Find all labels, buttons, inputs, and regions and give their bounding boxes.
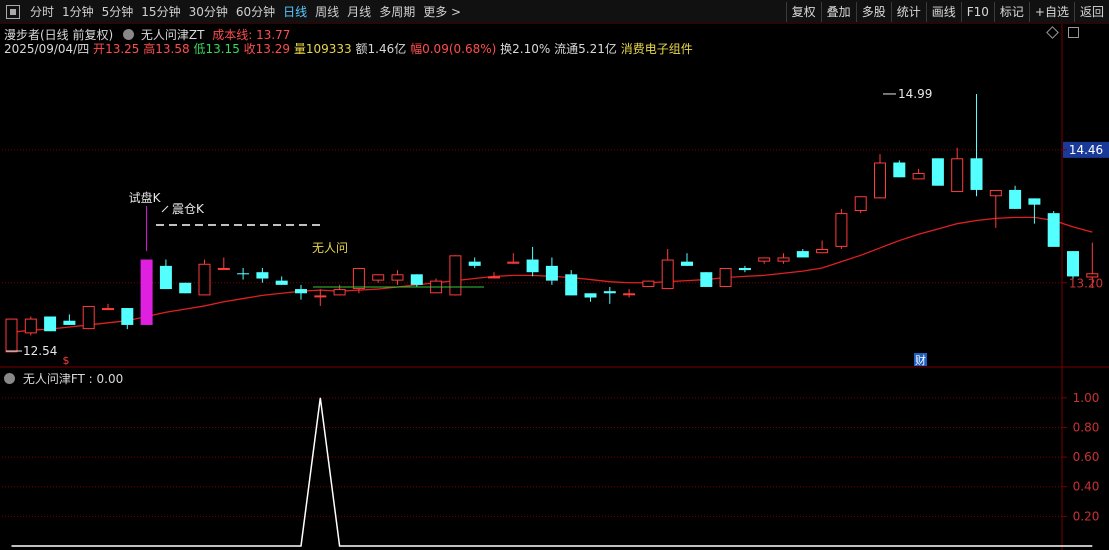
candle-body (912, 173, 925, 180)
cai-marker: 财 (915, 353, 926, 367)
candle-body (237, 273, 250, 275)
nobody-label: 无人问 (312, 241, 348, 255)
sub-panel-title: 无人问津FT : 0.00 (4, 370, 123, 387)
candle-body (854, 196, 867, 212)
shake-k-arrow (161, 205, 169, 213)
candle-body (545, 265, 558, 281)
price-tag-lower: 13.20 (1069, 277, 1103, 291)
window-icon[interactable] (1068, 27, 1079, 38)
candle-body (295, 289, 307, 294)
candle-body (179, 282, 192, 294)
candle-body (198, 263, 211, 296)
candle-body (410, 274, 423, 285)
candle-body (468, 261, 481, 266)
osc-tick-label: 0.80 (1073, 420, 1100, 434)
candle-body (82, 305, 95, 330)
candle-body (217, 267, 230, 270)
candle-body (391, 274, 404, 281)
candle-body (372, 274, 385, 281)
candle-body (5, 318, 18, 353)
test-k-label: 试盘K (129, 190, 162, 205)
candle-body (449, 255, 462, 296)
candle-body (700, 272, 713, 287)
candle-body (44, 316, 57, 332)
osc-tick-label: 1.00 (1073, 391, 1100, 405)
candle-body (584, 293, 597, 298)
price-tag-upper: 14.46 (1069, 143, 1103, 157)
candle-body (63, 320, 76, 325)
max-price-label: 14.99 (898, 87, 932, 101)
candle-body (738, 267, 751, 271)
candle-body (507, 261, 520, 264)
osc-tick-label: 0.20 (1073, 509, 1100, 523)
candle-body (314, 295, 327, 298)
candle-body (623, 293, 636, 296)
candle-body (719, 267, 732, 287)
candle-body (333, 289, 346, 296)
candle-body (951, 158, 964, 193)
candle-body (874, 162, 886, 199)
candle-body (352, 267, 365, 290)
candle-body (275, 280, 288, 285)
candle-body (102, 308, 114, 311)
candle-body (681, 261, 693, 266)
osc-tick-label: 0.40 (1073, 480, 1100, 494)
candle-body (816, 248, 829, 254)
osc-line (11, 397, 1093, 547)
sub-indicator-label[interactable]: 无人问津FT : 0.00 (23, 372, 123, 386)
candle-body (24, 318, 37, 334)
candle-body (835, 213, 848, 247)
candle-body (970, 158, 983, 190)
kline-chart: 试盘K 震仓K 无人问 14.99 12.54 $ 财 1.00 0.80 0.60 0.40 0.… (0, 24, 1109, 550)
candle-body (256, 272, 269, 279)
candle-body (893, 162, 906, 178)
candle-body (526, 259, 539, 273)
candle-body (758, 257, 771, 262)
shake-k-label: 震仓K (172, 202, 205, 216)
sub-indicator-toggle-icon[interactable] (4, 373, 15, 384)
candle-body (603, 291, 616, 294)
candle-body (565, 274, 578, 296)
candle-body (931, 158, 944, 186)
candle-body (1067, 251, 1079, 277)
candle-body (796, 251, 809, 258)
min-price-label: 12.54 (23, 344, 57, 358)
candle-body (121, 308, 134, 325)
candle-body (1028, 198, 1041, 205)
osc-tick-label: 0.60 (1073, 450, 1100, 464)
candle-body (989, 189, 1002, 197)
candle-body (1047, 213, 1060, 247)
candle-body (1009, 189, 1022, 209)
s-marker: $ (63, 354, 70, 367)
candle-body (777, 257, 790, 262)
candle-body (642, 280, 655, 287)
candle-body (488, 276, 500, 279)
candle-body (159, 265, 172, 290)
candle-body (661, 259, 674, 290)
candle-body (140, 259, 153, 325)
